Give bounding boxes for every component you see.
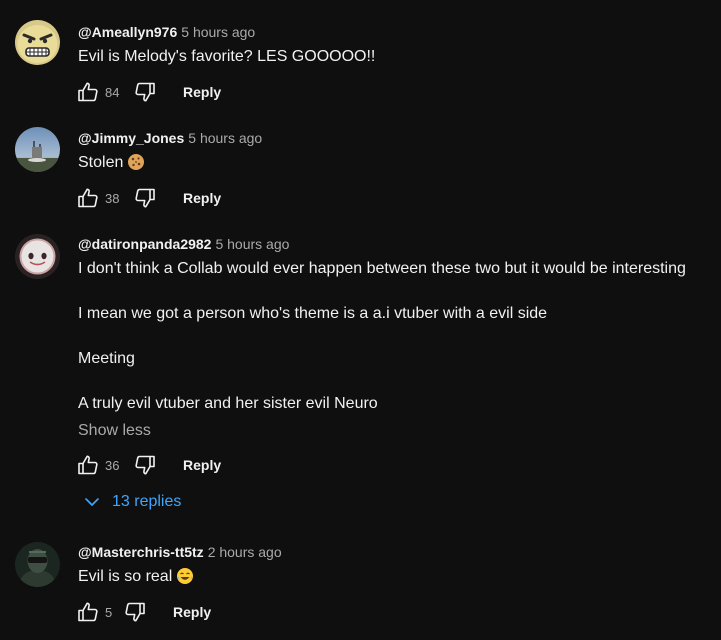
chevron-down-icon (85, 498, 99, 506)
cookie-icon (127, 153, 145, 171)
like-count: 36 (105, 457, 120, 473)
comment-thread: @datironpanda2982 5 hours ago I don't thi… (0, 216, 721, 530)
like-count: 38 (105, 190, 120, 206)
like-count: 5 (105, 604, 113, 620)
comment-timestamp[interactable]: 2 hours ago (208, 544, 282, 560)
comment-thread: @Jimmy_Jones 5 hours ago Stolen 38 Reply (0, 110, 721, 216)
comment-author[interactable]: @Ameallyn976 (78, 24, 177, 40)
thumb-up-icon[interactable] (76, 186, 100, 210)
comments-section: @Ameallyn976 5 hours ago Evil is Melody's… (0, 0, 721, 640)
comment-timestamp[interactable]: 5 hours ago (181, 24, 255, 40)
thumb-up-icon[interactable] (76, 80, 100, 104)
view-replies-button[interactable]: 13 replies (84, 492, 181, 512)
comment-timestamp[interactable]: 5 hours ago (188, 130, 262, 146)
replies-count-label[interactable]: 13 replies (112, 493, 181, 511)
comment-author[interactable]: @datironpanda2982 (78, 236, 211, 252)
comment-timestamp[interactable]: 5 hours ago (215, 236, 289, 252)
thumb-up-icon[interactable] (76, 600, 100, 624)
thumb-down-icon[interactable] (133, 186, 157, 210)
reply-button[interactable]: Reply (183, 84, 221, 100)
comment-text-content: Evil is so real (78, 568, 173, 585)
comment-text: A truly evil vtuber and her sister evil … (78, 395, 378, 412)
comment-text: Evil is so real (78, 567, 711, 587)
thumb-down-icon[interactable] (133, 453, 157, 477)
like-count: 84 (105, 84, 120, 100)
thumb-down-icon[interactable] (123, 600, 147, 624)
avatar[interactable] (15, 542, 60, 587)
comment-thread: @Ameallyn976 5 hours ago Evil is Melody's… (0, 0, 721, 110)
reply-button[interactable]: Reply (183, 457, 221, 473)
comment-thread: @Masterchris-tt5tz 2 hours ago Evil is so… (0, 530, 721, 640)
comment-text: I don't think a Collab would ever happen… (78, 260, 686, 277)
avatar[interactable] (15, 20, 60, 65)
avatar[interactable] (15, 127, 60, 172)
reply-button[interactable]: Reply (183, 190, 221, 206)
show-less-button[interactable]: Show less (78, 421, 711, 441)
reply-button[interactable]: Reply (173, 604, 211, 620)
comment-text: Evil is Melody's favorite? LES GOOOOO!! (78, 48, 376, 65)
laughing-face-icon (176, 567, 194, 585)
avatar[interactable] (15, 234, 60, 279)
thumb-up-icon[interactable] (76, 453, 100, 477)
thumb-down-icon[interactable] (133, 80, 157, 104)
comment-author[interactable]: @Masterchris-tt5tz (78, 544, 204, 560)
comment-text: Stolen (78, 153, 711, 173)
comment-author[interactable]: @Jimmy_Jones (78, 130, 184, 146)
comment-text-content: Stolen (78, 154, 124, 171)
comment-text: Meeting (78, 350, 135, 367)
comment-text: I mean we got a person who's theme is a … (78, 305, 548, 322)
